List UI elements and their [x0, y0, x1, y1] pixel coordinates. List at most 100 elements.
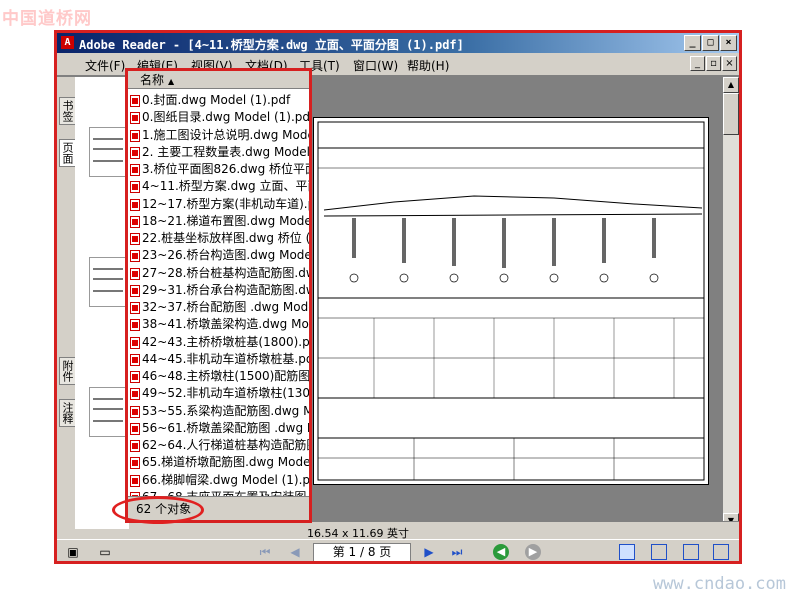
- file-list-item[interactable]: 2. 主要工程数量表.dwg Model (1).pdf: [128, 144, 309, 161]
- file-list-item[interactable]: 56~61.桥墩盖梁配筋图 .dwg Model (1).pdf: [128, 420, 309, 437]
- file-list-item[interactable]: 3.桥位平面图826.dwg 桥位平面图 (1).pdf: [128, 161, 309, 178]
- file-name-label: 2. 主要工程数量表.dwg Model (1).pdf: [142, 144, 309, 159]
- file-list-item[interactable]: 53~55.系梁构造配筋图.dwg Model (1).pdf: [128, 403, 309, 420]
- file-name-label: 38~41.桥墩盖梁构造.dwg Model (1).pdf: [142, 317, 309, 332]
- file-list-item[interactable]: 49~52.非机动车道桥墩柱(1300).pdf: [128, 385, 309, 402]
- pdf-file-icon: [130, 457, 140, 470]
- tab-pages[interactable]: 页面: [59, 139, 75, 167]
- pdf-file-icon: [130, 319, 140, 332]
- menu-window[interactable]: 窗口(W): [353, 57, 398, 74]
- tab-bookmarks[interactable]: 书签: [59, 97, 75, 125]
- file-name-label: 27~28.桥台桩基构造配筋图.dwg (1).pdf: [142, 265, 309, 280]
- pdf-file-icon: [130, 215, 140, 228]
- file-name-label: 53~55.系梁构造配筋图.dwg Model (1).pdf: [142, 403, 309, 418]
- file-list-item[interactable]: 46~48.主桥墩柱(1500)配筋图.pdf: [128, 368, 309, 385]
- file-name-label: 3.桥位平面图826.dwg 桥位平面图 (1).pdf: [142, 162, 309, 176]
- file-list-item[interactable]: 32~37.桥台配筋图 .dwg Model (1).pdf: [128, 299, 309, 316]
- file-name-label: 66.梯脚帽梁.dwg Model (1).pdf: [142, 472, 309, 487]
- file-name-label: 29~31.桥台承台构造配筋图.dwg (1).pdf: [142, 282, 309, 297]
- pdf-file-icon: [130, 112, 140, 125]
- file-list-item[interactable]: 12~17.桥型方案(非机动车道).pdf: [128, 196, 309, 213]
- pdf-file-icon: [130, 250, 140, 263]
- doc-close-button[interactable]: ×: [722, 56, 737, 71]
- tab-attachments[interactable]: 附件: [59, 357, 75, 385]
- navigation-bar: ▣ ▭ ⏮ ◀ 第 1 / 8 页 ▶ ⏭ ◀ ▶: [57, 539, 739, 561]
- go-forward-icon[interactable]: ▶: [525, 544, 541, 560]
- file-list-item[interactable]: 1.施工图设计总说明.dwg Model (1).pdf: [128, 127, 309, 144]
- title-bar[interactable]: A Adobe Reader - [4~11.桥型方案.dwg 立面、平面分图 …: [57, 33, 739, 53]
- continuous-layout-icon[interactable]: [651, 544, 667, 560]
- pdf-file-icon: [130, 267, 140, 280]
- file-name-label: 42~43.主桥桥墩桩基(1800).pdf: [142, 334, 309, 349]
- pdf-file-icon: [130, 336, 140, 349]
- file-list-item[interactable]: 4~11.桥型方案.dwg 立面、平面分图 (1).pdf: [128, 178, 309, 195]
- maximize-button[interactable]: □: [702, 35, 719, 51]
- menu-file[interactable]: 文件(F): [85, 57, 125, 74]
- single-page-layout-icon[interactable]: [619, 544, 635, 560]
- file-list-item[interactable]: 0.封面.dwg Model (1).pdf: [128, 92, 309, 109]
- file-name-label: 0.图纸目录.dwg Model (1).pdf: [142, 110, 309, 125]
- window-controls: _ □ ×: [683, 35, 737, 51]
- file-name-label: 18~21.梯道布置图.dwg Model (1).pdf: [142, 213, 309, 228]
- page-thumbnail[interactable]: [89, 127, 127, 177]
- file-name-label: 12~17.桥型方案(非机动车道).pdf: [142, 196, 309, 211]
- name-header-label: 名称: [140, 73, 165, 87]
- file-name-label: 44~45.非机动车道桥墩桩基.pdf: [142, 351, 309, 366]
- file-list-item[interactable]: 65.梯道桥墩配筋图.dwg Model (1).pdf: [128, 454, 309, 471]
- page-thumbnail[interactable]: [89, 257, 127, 307]
- pdf-file-icon: [130, 302, 140, 314]
- file-name-label: 1.施工图设计总说明.dwg Model (1).pdf: [142, 127, 309, 142]
- pdf-file-icon: [130, 353, 140, 366]
- vertical-scrollbar[interactable]: ▲ ▼: [723, 77, 739, 529]
- sort-ascending-icon: ▲: [168, 77, 175, 86]
- file-name-label: 22.桩基坐标放样图.dwg 桥位 (1).pdf: [142, 231, 309, 245]
- file-list-item[interactable]: 62~64.人行梯道桩基构造配筋图.pdf: [128, 437, 309, 454]
- file-list-item[interactable]: 23~26.桥台构造图.dwg Model (1).pdf: [128, 247, 309, 264]
- file-list-item[interactable]: 38~41.桥墩盖梁构造.dwg Model (1).pdf: [128, 316, 309, 333]
- tab-comments[interactable]: 注释: [59, 399, 75, 427]
- document-window-controls: _ ▫ ×: [689, 56, 737, 71]
- file-name-label: 62~64.人行梯道桩基构造配筋图.pdf: [142, 438, 309, 452]
- file-list-item[interactable]: 66.梯脚帽梁.dwg Model (1).pdf: [128, 472, 309, 489]
- file-name-label: 65.梯道桥墩配筋图.dwg Model (1).pdf: [142, 455, 309, 470]
- file-list-item[interactable]: 22.桩基坐标放样图.dwg 桥位 (1).pdf: [128, 230, 309, 247]
- file-list-item[interactable]: 18~21.梯道布置图.dwg Model (1).pdf: [128, 213, 309, 230]
- next-page-icon[interactable]: ▶: [421, 544, 437, 560]
- last-page-icon[interactable]: ⏭: [449, 544, 465, 560]
- pdf-file-icon: [130, 181, 140, 194]
- page-thumbnails-panel: [75, 77, 130, 529]
- pdf-file-icon: [130, 233, 140, 245]
- minimize-button[interactable]: _: [684, 35, 701, 51]
- continuous-facing-layout-icon[interactable]: [713, 544, 729, 560]
- close-button[interactable]: ×: [720, 35, 737, 51]
- doc-minimize-button[interactable]: _: [690, 56, 705, 71]
- file-list-item[interactable]: 27~28.桥台桩基构造配筋图.dwg (1).pdf: [128, 265, 309, 282]
- pdf-file-icon: [130, 198, 140, 211]
- page-number-field[interactable]: 第 1 / 8 页: [313, 543, 411, 561]
- file-name-label: 32~37.桥台配筋图 .dwg Model (1).pdf: [142, 300, 309, 314]
- file-name-label: 56~61.桥墩盖梁配筋图 .dwg Model (1).pdf: [142, 420, 309, 435]
- go-back-icon[interactable]: ◀: [493, 544, 509, 560]
- file-name-label: 49~52.非机动车道桥墩柱(1300).pdf: [142, 386, 309, 401]
- name-column-header[interactable]: 名称 ▲: [128, 71, 309, 89]
- pdf-file-icon: [130, 422, 140, 435]
- file-list-item[interactable]: 42~43.主桥桥墩桩基(1800).pdf: [128, 334, 309, 351]
- page-view-icon[interactable]: ▣: [65, 544, 81, 560]
- page-thumbnail[interactable]: [89, 387, 127, 437]
- first-page-icon[interactable]: ⏮: [257, 544, 273, 560]
- menu-help[interactable]: 帮助(H): [407, 57, 449, 74]
- previous-page-icon[interactable]: ◀: [287, 544, 303, 560]
- file-name-label: 4~11.桥型方案.dwg 立面、平面分图 (1).pdf: [142, 179, 309, 194]
- single-page-icon[interactable]: ▭: [97, 544, 113, 560]
- facing-layout-icon[interactable]: [683, 544, 699, 560]
- file-list-item[interactable]: 0.图纸目录.dwg Model (1).pdf: [128, 109, 309, 126]
- file-list-item[interactable]: 44~45.非机动车道桥墩桩基.pdf: [128, 351, 309, 368]
- bridge-elevation-drawing: [317, 121, 705, 481]
- pdf-file-icon: [130, 388, 140, 401]
- pdf-file-icon: [130, 405, 140, 418]
- scroll-thumb[interactable]: [723, 93, 739, 135]
- file-list-item[interactable]: 29~31.桥台承台构造配筋图.dwg (1).pdf: [128, 282, 309, 299]
- pdf-app-icon: A: [61, 36, 74, 49]
- scroll-up-icon[interactable]: ▲: [723, 77, 739, 93]
- doc-restore-button[interactable]: ▫: [706, 56, 721, 71]
